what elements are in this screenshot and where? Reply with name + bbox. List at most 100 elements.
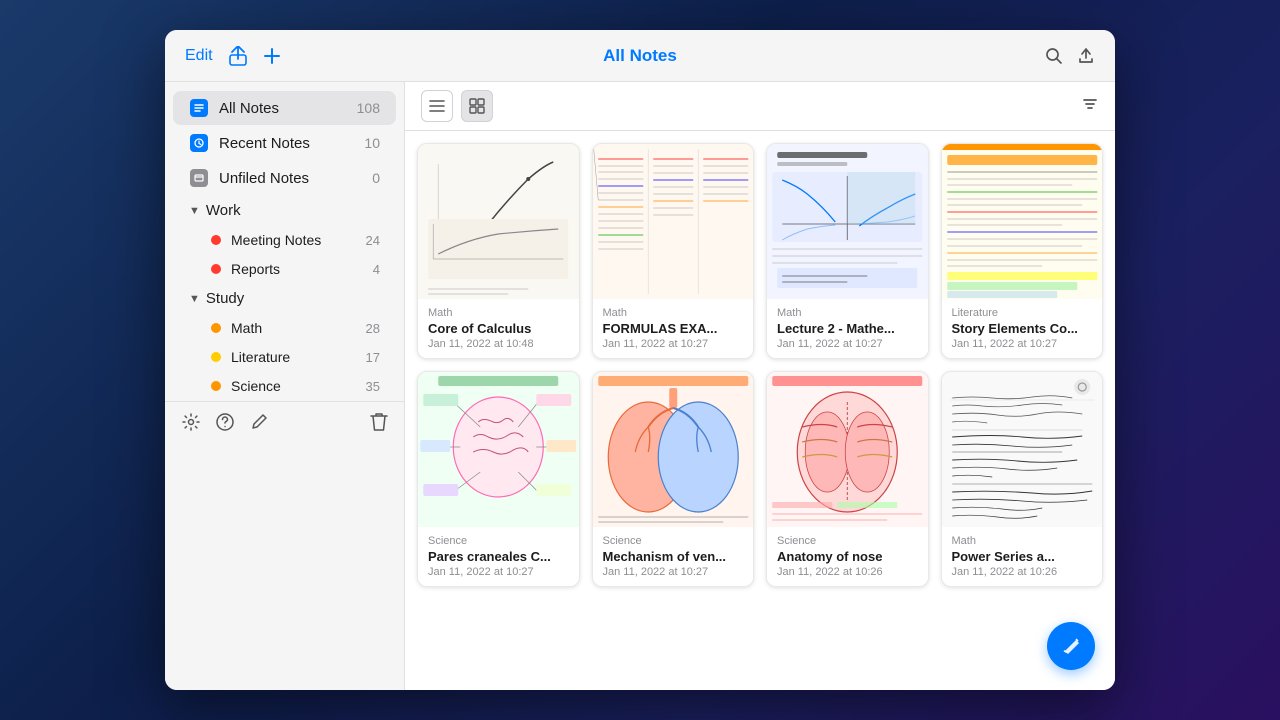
header-right [1045, 47, 1095, 65]
work-chevron-icon: ▼ [189, 205, 200, 217]
recent-notes-label: Recent Notes [219, 135, 364, 152]
pen-icon[interactable] [249, 412, 269, 437]
note-category-7: Science [777, 535, 918, 547]
note-category-2: Math [603, 307, 744, 319]
math-count: 28 [366, 321, 380, 336]
note-card-5[interactable]: Science Pares craneales C... Jan 11, 202… [417, 371, 580, 587]
trash-icon[interactable] [370, 412, 388, 437]
app-window: Edit All Notes [165, 30, 1115, 690]
note-thumbnail-3 [767, 144, 928, 299]
sidebar-item-recent-notes[interactable]: Recent Notes 10 [173, 126, 396, 160]
sidebar-item-science[interactable]: Science 35 [173, 372, 396, 400]
note-info-6: Science Mechanism of ven... Jan 11, 2022… [593, 527, 754, 586]
note-thumbnail-2 [593, 144, 754, 299]
note-card-7[interactable]: Science Anatomy of nose Jan 11, 2022 at … [766, 371, 929, 587]
search-button[interactable] [1045, 47, 1063, 65]
note-category-1: Math [428, 307, 569, 319]
note-title-4: Story Elements Co... [952, 321, 1093, 336]
reports-count: 4 [373, 262, 380, 277]
math-dot [211, 323, 221, 333]
note-info-8: Math Power Series a... Jan 11, 2022 at 1… [942, 527, 1103, 586]
note-title-5: Pares craneales C... [428, 549, 569, 564]
note-card-6[interactable]: Science Mechanism of ven... Jan 11, 2022… [592, 371, 755, 587]
unfiled-notes-icon [189, 169, 209, 187]
sidebar-item-literature[interactable]: Literature 17 [173, 343, 396, 371]
meeting-notes-count: 24 [366, 233, 380, 248]
note-category-6: Science [603, 535, 744, 547]
note-thumbnail-5 [418, 372, 579, 527]
grid-view-button[interactable] [461, 90, 493, 122]
sidebar-section-study[interactable]: ▼ Study [173, 284, 396, 313]
export-button[interactable] [1077, 47, 1095, 65]
note-thumbnail-1 [418, 144, 579, 299]
work-section-label: Work [206, 202, 241, 219]
sidebar-item-reports[interactable]: Reports 4 [173, 255, 396, 283]
all-notes-count: 108 [357, 100, 380, 116]
sidebar-item-meeting-notes[interactable]: Meeting Notes 24 [173, 226, 396, 254]
note-info-3: Math Lecture 2 - Mathe... Jan 11, 2022 a… [767, 299, 928, 358]
note-thumbnail-7 [767, 372, 928, 527]
all-notes-icon [189, 99, 209, 117]
note-date-1: Jan 11, 2022 at 10:48 [428, 338, 569, 350]
header-left: Edit [185, 46, 281, 66]
main-toolbar [405, 82, 1115, 131]
sidebar-item-all-notes[interactable]: All Notes 108 [173, 91, 396, 125]
note-thumbnail-8 [942, 372, 1103, 527]
sidebar: All Notes 108 Recent Notes 10 [165, 82, 405, 690]
new-note-fab[interactable] [1047, 622, 1095, 670]
study-section-label: Study [206, 290, 244, 307]
sidebar-section-work[interactable]: ▼ Work [173, 196, 396, 225]
sort-button[interactable] [1081, 95, 1099, 118]
reports-label: Reports [231, 261, 373, 277]
add-button[interactable] [263, 47, 281, 65]
note-title-3: Lecture 2 - Mathe... [777, 321, 918, 336]
literature-count: 17 [366, 350, 380, 365]
literature-label: Literature [231, 349, 366, 365]
note-category-8: Math [952, 535, 1093, 547]
notes-grid: Math Core of Calculus Jan 11, 2022 at 10… [405, 131, 1115, 690]
all-notes-label: All Notes [219, 100, 357, 117]
header: Edit All Notes [165, 30, 1115, 82]
note-info-4: Literature Story Elements Co... Jan 11, … [942, 299, 1103, 358]
science-label: Science [231, 378, 366, 394]
note-thumbnail-4 [942, 144, 1103, 299]
unfiled-notes-label: Unfiled Notes [219, 170, 372, 187]
math-label: Math [231, 320, 366, 336]
note-date-4: Jan 11, 2022 at 10:27 [952, 338, 1093, 350]
reports-dot [211, 264, 221, 274]
sidebar-item-math[interactable]: Math 28 [173, 314, 396, 342]
unfiled-notes-count: 0 [372, 170, 380, 186]
meeting-notes-dot [211, 235, 221, 245]
note-card-2[interactable]: Math FORMULAS EXA... Jan 11, 2022 at 10:… [592, 143, 755, 359]
note-card-3[interactable]: Math Lecture 2 - Mathe... Jan 11, 2022 a… [766, 143, 929, 359]
note-title-1: Core of Calculus [428, 321, 569, 336]
note-title-6: Mechanism of ven... [603, 549, 744, 564]
note-info-5: Science Pares craneales C... Jan 11, 202… [418, 527, 579, 586]
note-card-1[interactable]: Math Core of Calculus Jan 11, 2022 at 10… [417, 143, 580, 359]
note-info-2: Math FORMULAS EXA... Jan 11, 2022 at 10:… [593, 299, 754, 358]
note-category-5: Science [428, 535, 569, 547]
note-info-7: Science Anatomy of nose Jan 11, 2022 at … [767, 527, 928, 586]
note-info-1: Math Core of Calculus Jan 11, 2022 at 10… [418, 299, 579, 358]
note-title-7: Anatomy of nose [777, 549, 918, 564]
science-count: 35 [366, 379, 380, 394]
list-view-button[interactable] [421, 90, 453, 122]
main-wrapper: Math Core of Calculus Jan 11, 2022 at 10… [405, 82, 1115, 690]
note-card-4[interactable]: Literature Story Elements Co... Jan 11, … [941, 143, 1104, 359]
recent-notes-count: 10 [364, 135, 380, 151]
note-date-5: Jan 11, 2022 at 10:27 [428, 566, 569, 578]
science-dot [211, 381, 221, 391]
note-category-3: Math [777, 307, 918, 319]
note-date-6: Jan 11, 2022 at 10:27 [603, 566, 744, 578]
share-button[interactable] [229, 46, 247, 66]
settings-icon[interactable] [181, 412, 201, 437]
note-card-8[interactable]: Math Power Series a... Jan 11, 2022 at 1… [941, 371, 1104, 587]
sidebar-item-unfiled-notes[interactable]: Unfiled Notes 0 [173, 161, 396, 195]
help-icon[interactable] [215, 412, 235, 437]
note-date-2: Jan 11, 2022 at 10:27 [603, 338, 744, 350]
literature-dot [211, 352, 221, 362]
edit-button[interactable]: Edit [185, 47, 213, 65]
meeting-notes-label: Meeting Notes [231, 232, 366, 248]
note-date-8: Jan 11, 2022 at 10:26 [952, 566, 1093, 578]
note-date-3: Jan 11, 2022 at 10:27 [777, 338, 918, 350]
